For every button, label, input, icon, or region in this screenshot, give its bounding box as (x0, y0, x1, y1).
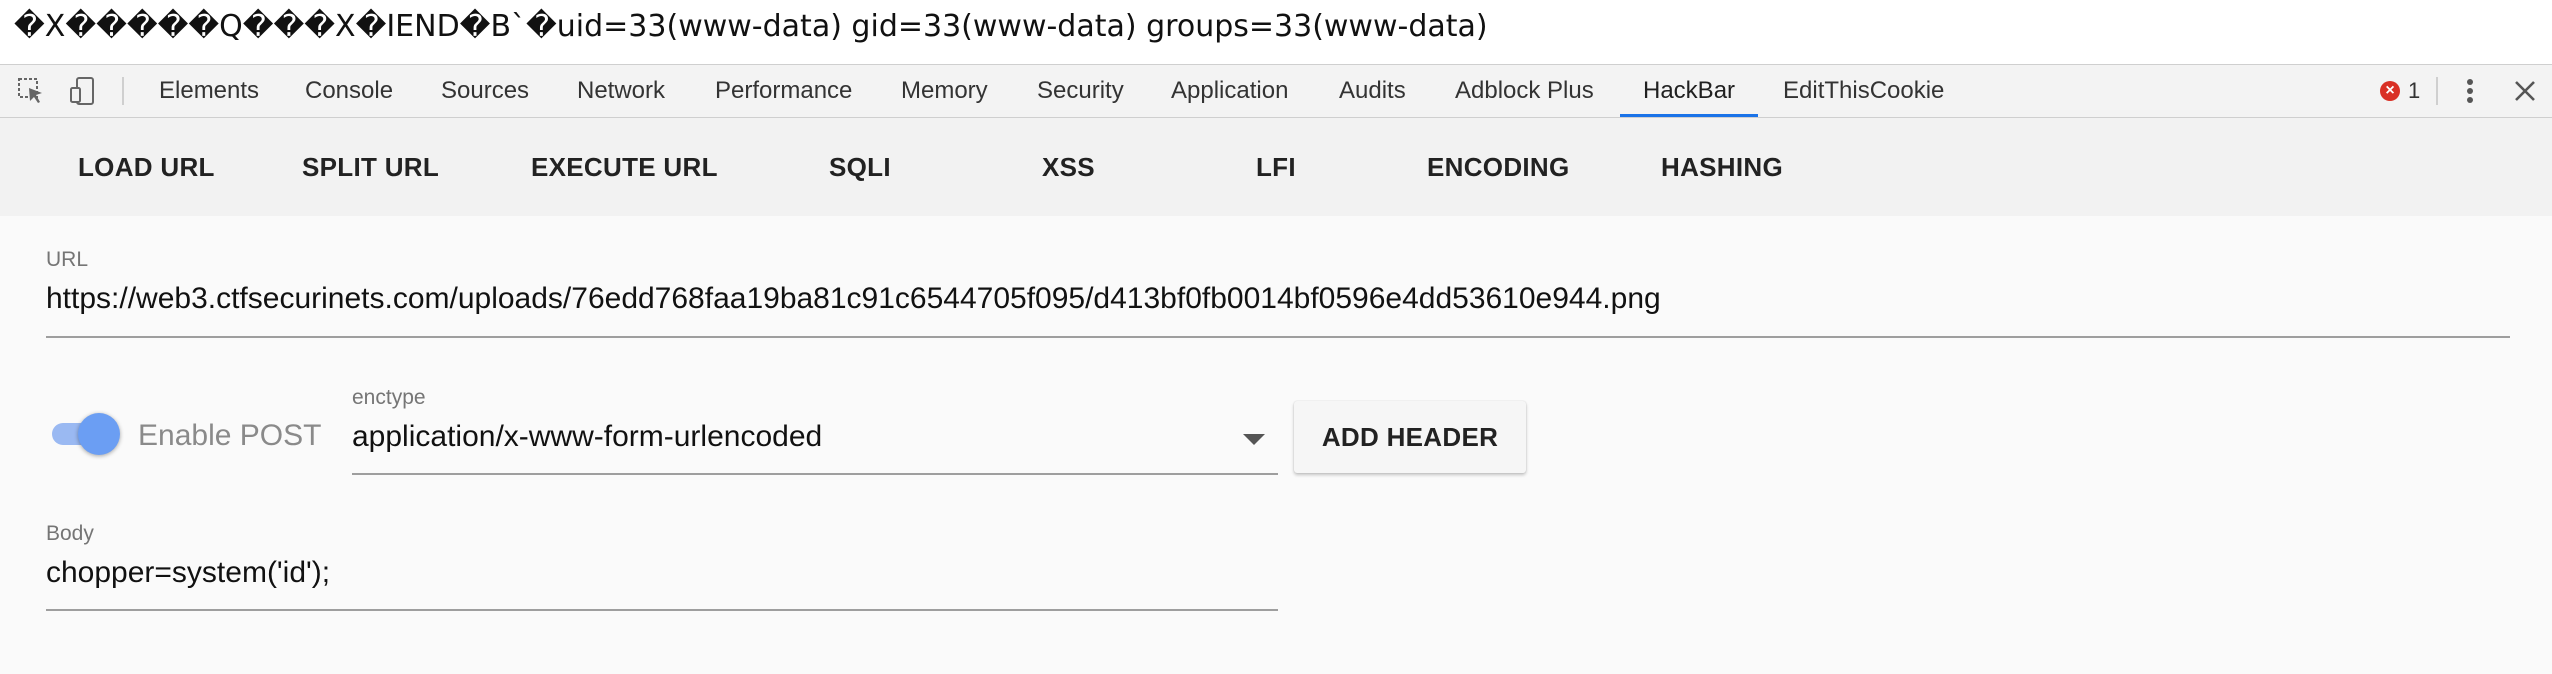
split-url-button[interactable]: SPLIT URL (302, 118, 439, 216)
close-icon[interactable] (2508, 65, 2542, 117)
toolbar-divider (2436, 77, 2438, 105)
hackbar-form: URL https://web3.ctfsecurinets.com/uploa… (0, 216, 2552, 674)
tab-sources[interactable]: Sources (441, 65, 529, 117)
tab-hackbar[interactable]: HackBar (1643, 65, 1735, 117)
lfi-menu-button[interactable]: LFI (1256, 118, 1296, 216)
load-url-button[interactable]: LOAD URL (78, 118, 215, 216)
error-counter[interactable]: × 1 (2380, 65, 2420, 117)
xss-menu-button[interactable]: XSS (1042, 118, 1095, 216)
error-count: 1 (2408, 78, 2421, 103)
enctype-underline (352, 473, 1278, 475)
tab-adblock-plus[interactable]: Adblock Plus (1455, 65, 1594, 117)
tab-console[interactable]: Console (305, 65, 393, 117)
url-label: URL (46, 248, 89, 271)
page-output-text: �X�����Q���X�IEND�B`�uid=33(www-data) gi… (0, 0, 2552, 64)
tab-elements[interactable]: Elements (159, 65, 259, 117)
more-vertical-icon[interactable] (2456, 65, 2484, 117)
hackbar-toolbar: LOAD URL SPLIT URL EXECUTE URL SQLI XSS … (0, 118, 2552, 216)
enctype-label: enctype (352, 386, 426, 409)
url-input[interactable]: https://web3.ctfsecurinets.com/uploads/7… (46, 282, 1661, 316)
tab-editthiscookie[interactable]: EditThisCookie (1783, 65, 1944, 117)
inspect-element-icon[interactable] (14, 65, 48, 117)
tab-audits[interactable]: Audits (1339, 65, 1406, 117)
execute-url-button[interactable]: EXECUTE URL (531, 118, 718, 216)
enable-post-label: Enable POST (138, 419, 322, 452)
sqli-menu-button[interactable]: SQLI (829, 118, 891, 216)
tab-memory[interactable]: Memory (901, 65, 988, 117)
tab-performance[interactable]: Performance (715, 65, 852, 117)
add-header-button[interactable]: ADD HEADER (1294, 401, 1526, 473)
hashing-menu-button[interactable]: HASHING (1661, 118, 1783, 216)
tab-network[interactable]: Network (577, 65, 665, 117)
enable-post-toggle[interactable] (48, 411, 120, 455)
body-textarea[interactable]: chopper=system('id'); (46, 556, 330, 590)
url-input-underline (46, 336, 2510, 338)
tab-application[interactable]: Application (1171, 65, 1288, 117)
tab-security[interactable]: Security (1037, 65, 1124, 117)
devtools-tab-bar: Elements Console Sources Network Perform… (0, 64, 2552, 118)
active-tab-indicator (1620, 114, 1758, 117)
encoding-menu-button[interactable]: ENCODING (1427, 118, 1570, 216)
enctype-select[interactable]: application/x-www-form-urlencoded (352, 420, 822, 454)
body-underline (46, 609, 1278, 611)
chevron-down-icon[interactable] (1243, 434, 1265, 445)
toggle-thumb (78, 413, 120, 455)
device-toolbar-icon[interactable] (66, 65, 100, 117)
body-label: Body (46, 522, 94, 545)
error-icon: × (2380, 81, 2400, 101)
toolbar-divider (122, 77, 124, 105)
